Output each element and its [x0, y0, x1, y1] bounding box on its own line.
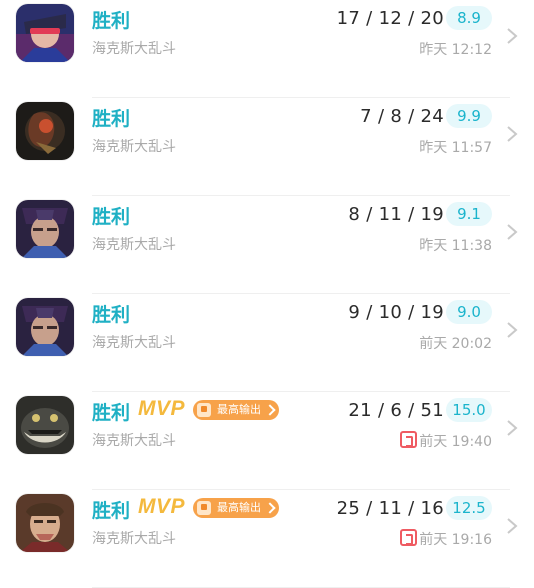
- score-badge: 15.0: [446, 398, 492, 422]
- kda: 8 / 11 / 19: [348, 204, 444, 225]
- match-row[interactable]: 胜利 海克斯大乱斗 9 / 10 / 19 9.0 前天 20:02: [0, 294, 534, 392]
- game-mode: 海克斯大乱斗: [92, 335, 176, 351]
- match-time: 前天 19:16: [419, 532, 492, 548]
- match-time: 昨天 12:12: [419, 42, 492, 58]
- badge-label: 最高输出: [217, 403, 261, 416]
- match-result: 胜利: [92, 304, 131, 326]
- match-result: 胜利: [92, 402, 131, 424]
- match-time: 昨天 11:57: [419, 140, 492, 156]
- match-row[interactable]: 胜利 MVP 最高输出 海克斯大乱斗 25 / 11 / 16 12.5 前天 …: [0, 490, 534, 588]
- champion-avatar: [16, 494, 74, 552]
- match-row[interactable]: 胜利 海克斯大乱斗 8 / 11 / 19 9.1 昨天 11:38: [0, 196, 534, 294]
- chevron-right-icon[interactable]: [504, 320, 520, 340]
- mvp-label: MVP: [138, 495, 186, 518]
- match-time: 昨天 11:38: [419, 238, 492, 254]
- kda: 21 / 6 / 51: [348, 400, 444, 421]
- champion-avatar: [16, 102, 74, 160]
- badge-icon: [197, 403, 211, 417]
- champion-avatar: [16, 396, 74, 454]
- kda: 25 / 11 / 16: [336, 498, 444, 519]
- match-history-list: 胜利 海克斯大乱斗 17 / 12 / 20 8.9 昨天 12:12 胜利 海…: [0, 0, 534, 588]
- match-time: 前天 20:02: [419, 336, 492, 352]
- champion-avatar: [16, 4, 74, 62]
- match-result: 胜利: [92, 206, 131, 228]
- score-badge: 9.0: [446, 300, 492, 324]
- match-result: 胜利: [92, 500, 131, 522]
- match-result: 胜利: [92, 10, 131, 32]
- kda: 9 / 10 / 19: [348, 302, 444, 323]
- match-time: 前天 19:40: [419, 434, 492, 450]
- chevron-right-icon[interactable]: [504, 222, 520, 242]
- chevron-right-icon[interactable]: [504, 418, 520, 438]
- match-row[interactable]: 胜利 海克斯大乱斗 17 / 12 / 20 8.9 昨天 12:12: [0, 0, 534, 98]
- chevron-right-icon[interactable]: [504, 516, 520, 536]
- champion-avatar: [16, 298, 74, 356]
- champion-avatar: [16, 200, 74, 258]
- chevron-right-icon[interactable]: [504, 124, 520, 144]
- flag-icon: [400, 431, 417, 448]
- highest-damage-badge: 最高输出: [193, 400, 279, 420]
- badge-icon: [197, 501, 211, 515]
- kda: 17 / 12 / 20: [336, 8, 444, 29]
- match-result: 胜利: [92, 108, 131, 130]
- game-mode: 海克斯大乱斗: [92, 237, 176, 253]
- kda: 7 / 8 / 24: [360, 106, 444, 127]
- game-mode: 海克斯大乱斗: [92, 41, 176, 57]
- flag-icon: [400, 529, 417, 546]
- match-row[interactable]: 胜利 海克斯大乱斗 7 / 8 / 24 9.9 昨天 11:57: [0, 98, 534, 196]
- score-badge: 8.9: [446, 6, 492, 30]
- match-row[interactable]: 胜利 MVP 最高输出 海克斯大乱斗 21 / 6 / 51 15.0 前天 1…: [0, 392, 534, 490]
- score-badge: 9.1: [446, 202, 492, 226]
- mvp-label: MVP: [138, 397, 186, 420]
- game-mode: 海克斯大乱斗: [92, 139, 176, 155]
- badge-arrow-icon: [264, 502, 276, 514]
- badge-label: 最高输出: [217, 501, 261, 514]
- game-mode: 海克斯大乱斗: [92, 433, 176, 449]
- score-badge: 12.5: [446, 496, 492, 520]
- highest-damage-badge: 最高输出: [193, 498, 279, 518]
- score-badge: 9.9: [446, 104, 492, 128]
- badge-arrow-icon: [264, 404, 276, 416]
- game-mode: 海克斯大乱斗: [92, 531, 176, 547]
- chevron-right-icon[interactable]: [504, 26, 520, 46]
